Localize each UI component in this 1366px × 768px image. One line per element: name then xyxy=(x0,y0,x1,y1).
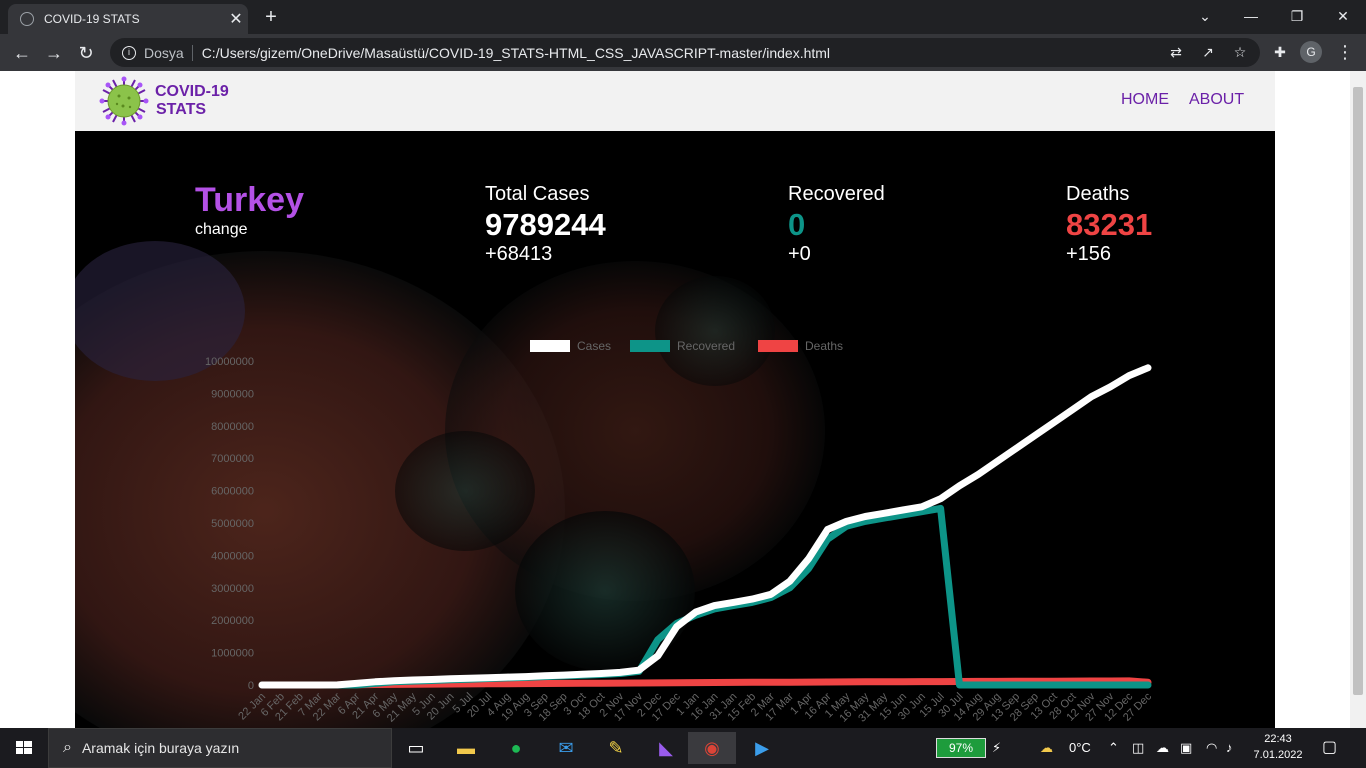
tab-search-icon[interactable]: ⌄ xyxy=(1182,0,1228,32)
browser-tab[interactable]: COVID-19 STATS ✕ xyxy=(8,4,248,34)
omnibox-prefix: Dosya xyxy=(144,44,184,61)
display-icon[interactable]: ▣ xyxy=(1180,728,1192,768)
volume-icon[interactable]: ♪ xyxy=(1226,728,1233,768)
minimize-button[interactable]: — xyxy=(1228,0,1274,32)
nav-home-link[interactable]: HOME xyxy=(1121,91,1169,109)
covid-line-chart: Cases Recovered Deaths 0 1000000 2000000 30000… xyxy=(205,339,1154,725)
legend-swatch-cases[interactable] xyxy=(530,340,570,352)
mail-icon[interactable]: ✉ xyxy=(546,732,586,764)
chrome-icon[interactable]: ◉ xyxy=(688,732,736,764)
profile-avatar[interactable]: G xyxy=(1300,41,1322,63)
reload-button[interactable]: ↻ xyxy=(72,39,100,67)
globe-icon xyxy=(20,12,34,26)
logo-line2: STATS xyxy=(156,101,207,118)
page-viewport: COVID-19 STATS HOME ABOUT Turkey change … xyxy=(0,71,1366,728)
y-tick-label: 0 xyxy=(248,680,254,692)
menu-icon[interactable]: ⋮ xyxy=(1335,40,1355,64)
windows-taskbar: ⌕ Aramak için buraya yazın ▭ ▬ ● ✉ ✎ ◣ ◉… xyxy=(0,728,1366,768)
close-tab-icon[interactable]: ✕ xyxy=(224,9,248,29)
close-window-button[interactable]: ✕ xyxy=(1320,0,1366,32)
y-tick-label: 3000000 xyxy=(211,583,254,595)
info-icon[interactable]: i xyxy=(122,45,136,60)
scrollbar-thumb[interactable] xyxy=(1353,87,1363,695)
omnibox[interactable]: i Dosya C:/Users/gizem/OneDrive/Masaüstü… xyxy=(110,38,1260,67)
legend-label-deaths[interactable]: Deaths xyxy=(805,339,843,353)
clock-time: 22:43 xyxy=(1264,733,1292,745)
nav-about-link[interactable]: ABOUT xyxy=(1189,91,1244,109)
notification-icon[interactable]: ▢ xyxy=(1322,728,1337,768)
task-view-icon[interactable]: ▭ xyxy=(396,732,436,764)
wifi-icon[interactable]: ◠ xyxy=(1206,728,1217,768)
y-tick-label: 7000000 xyxy=(211,453,254,465)
logo-line1: COVID-19 xyxy=(155,83,229,100)
sticky-app-icon[interactable]: ✎ xyxy=(596,732,636,764)
logo-text[interactable]: COVID-19 STATS xyxy=(155,83,229,119)
legend-swatch-recovered[interactable] xyxy=(630,340,670,352)
tray-chevron-icon[interactable]: ⌃ xyxy=(1108,728,1119,768)
y-tick-label: 4000000 xyxy=(211,550,254,562)
y-tick-label: 1000000 xyxy=(211,648,254,660)
search-icon: ⌕ xyxy=(63,739,72,756)
maximize-button[interactable]: ❐ xyxy=(1274,0,1320,32)
system-clock[interactable]: 22:43 7.01.2022 xyxy=(1250,731,1306,763)
url-text[interactable]: C:/Users/gizem/OneDrive/Masaüstü/COVID-1… xyxy=(202,45,830,61)
forward-button[interactable]: → xyxy=(40,39,68,67)
page-scrollbar[interactable] xyxy=(1350,71,1366,728)
translate-icon[interactable]: ⇄ xyxy=(1166,42,1186,62)
taskbar-search-box[interactable]: ⌕ Aramak için buraya yazın xyxy=(48,728,392,768)
battery-indicator[interactable]: 97% xyxy=(936,738,986,758)
stats-hero: Turkey change Total Cases 9789244 +68413… xyxy=(75,131,1275,728)
windows-start-icon[interactable] xyxy=(0,728,48,768)
power-plug-icon[interactable]: ⚡ xyxy=(992,728,1001,768)
media-player-icon[interactable]: ▶ xyxy=(742,732,782,764)
bookmark-star-icon[interactable]: ☆ xyxy=(1230,42,1250,62)
address-toolbar: ← → ↻ i Dosya C:/Users/gizem/OneDrive/Ma… xyxy=(0,34,1366,71)
extensions-icon[interactable]: ✚ xyxy=(1270,42,1290,62)
search-placeholder: Aramak için buraya yazın xyxy=(81,740,240,756)
file-explorer-icon[interactable]: ▬ xyxy=(446,732,486,764)
clock-date: 7.01.2022 xyxy=(1253,749,1303,761)
y-tick-label: 8000000 xyxy=(211,421,254,433)
y-tick-label: 2000000 xyxy=(211,615,254,627)
legend-swatch-deaths[interactable] xyxy=(758,340,798,352)
cloud-sync-icon[interactable]: ☁ xyxy=(1156,728,1169,768)
y-tick-label: 6000000 xyxy=(211,486,254,498)
y-tick-label: 9000000 xyxy=(211,388,254,400)
weather-icon[interactable]: ☁ xyxy=(1040,728,1053,768)
share-icon[interactable]: ↗ xyxy=(1198,42,1218,62)
virus-logo-icon[interactable] xyxy=(99,76,149,126)
visual-studio-icon[interactable]: ◣ xyxy=(646,732,686,764)
series-line-recovered[interactable] xyxy=(258,504,1152,689)
browser-tab-strip: COVID-19 STATS ✕ + ⌄ — ❐ ✕ xyxy=(0,0,1366,34)
back-button[interactable]: ← xyxy=(8,39,36,67)
new-tab-button[interactable]: + xyxy=(258,4,284,30)
camera-icon[interactable]: ◫ xyxy=(1132,728,1144,768)
y-tick-label: 10000000 xyxy=(205,356,254,368)
tab-title: COVID-19 STATS xyxy=(44,12,140,26)
site-navbar: COVID-19 STATS HOME ABOUT xyxy=(75,71,1275,131)
legend-label-cases[interactable]: Cases xyxy=(577,339,611,353)
omnibox-divider xyxy=(191,44,193,61)
weather-temp[interactable]: 0°C xyxy=(1069,728,1091,768)
series-line-cases[interactable] xyxy=(258,364,1152,689)
spotify-icon[interactable]: ● xyxy=(496,732,536,764)
legend-label-recovered[interactable]: Recovered xyxy=(677,339,735,353)
y-tick-label: 5000000 xyxy=(211,518,254,530)
